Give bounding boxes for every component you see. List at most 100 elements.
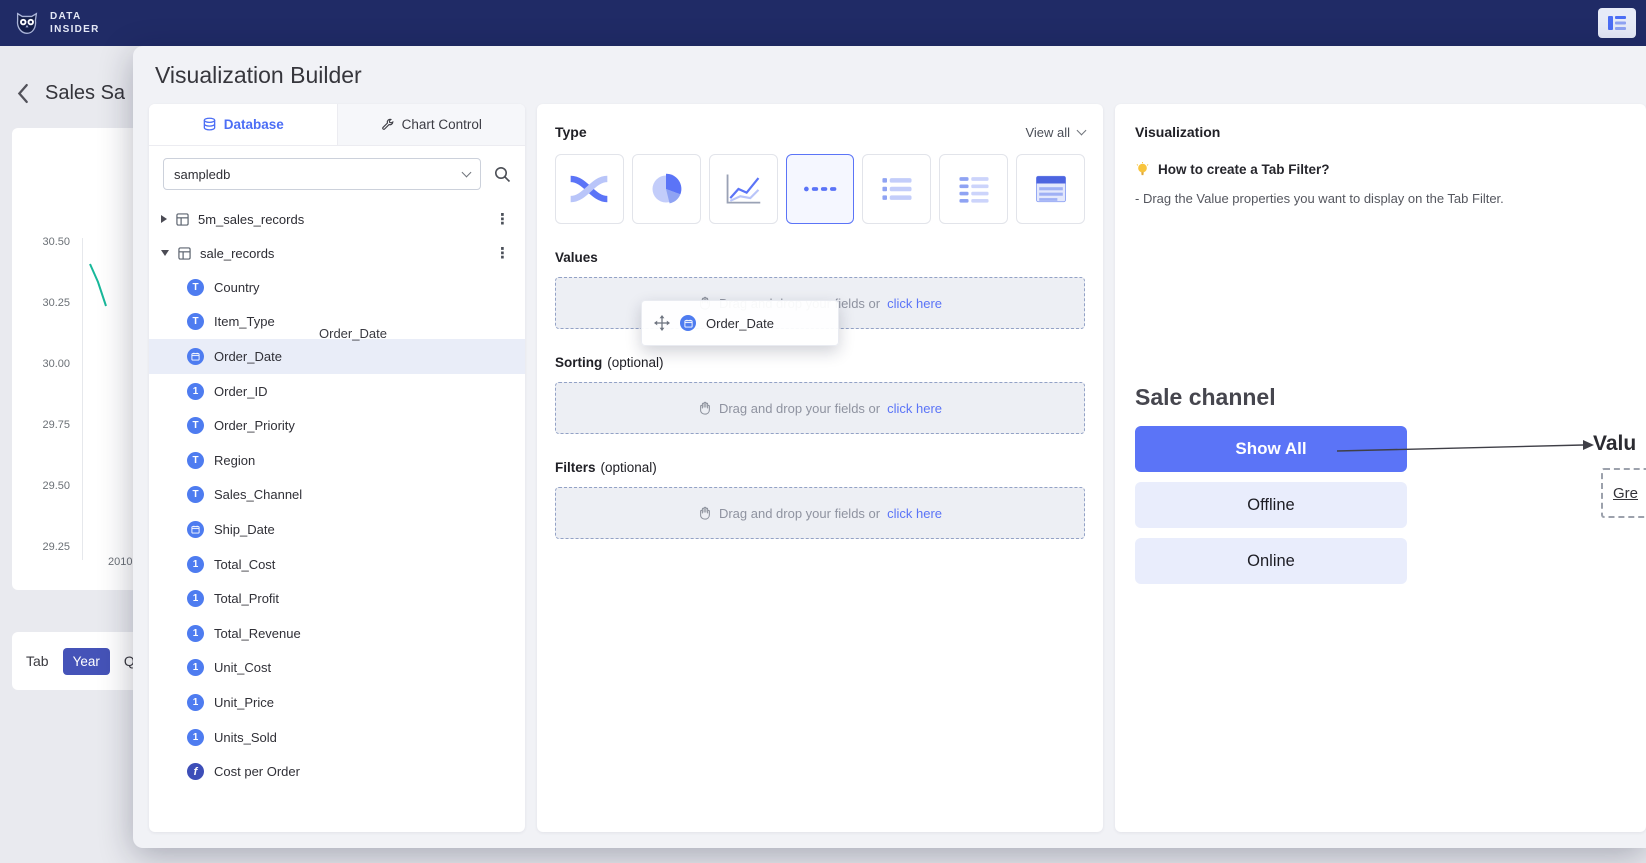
drop-section: Filters(optional) Drag and drop your fie… <box>555 460 1085 539</box>
field-type-icon: 1 <box>187 729 204 746</box>
panel-tab[interactable]: Chart Control <box>337 104 526 145</box>
y-axis-tick: 30.00 <box>24 358 70 419</box>
dataset-row[interactable]: 5m_sales_records ⋮ <box>149 202 525 236</box>
search-icon[interactable] <box>493 165 511 183</box>
sankey-icon <box>567 169 611 209</box>
panel-tab-bar: Database Chart Control <box>149 104 525 146</box>
chart-type-tile-table[interactable] <box>1016 154 1085 224</box>
caret-icon[interactable] <box>161 250 169 256</box>
chart-type-tile-sankey[interactable] <box>555 154 624 224</box>
table-grid-icon <box>178 247 191 260</box>
field-type-icon: 1 <box>187 625 204 642</box>
drag-hand-icon <box>698 506 712 520</box>
caret-icon[interactable] <box>161 215 167 223</box>
field-type-icon <box>187 348 204 365</box>
dropzone-click-here-link[interactable]: click here <box>887 401 942 416</box>
field-type-icon: T <box>187 279 204 296</box>
detail-list-icon <box>954 171 994 207</box>
y-axis-tick: 30.25 <box>24 297 70 358</box>
dropzone[interactable]: Drag and drop your fields or click here <box>555 487 1085 539</box>
y-axis-tick: 29.75 <box>24 419 70 480</box>
chart-type-selector <box>555 154 1085 224</box>
dropzone-text: Drag and drop your fields or <box>719 506 880 521</box>
bg-tab[interactable]: Tab <box>26 653 49 669</box>
field-type-icon: f <box>187 763 204 780</box>
field-type-icon: T <box>187 417 204 434</box>
clipped-annotation-title: Valu <box>1593 432 1636 456</box>
visualization-panel: Visualization How to create a Tab Filter… <box>1115 104 1646 832</box>
dropzone[interactable]: Drag and drop your fields or click here <box>555 382 1085 434</box>
chart-type-tile-value[interactable] <box>786 154 855 224</box>
field-row[interactable]: T Country <box>149 270 525 305</box>
dataset-name: 5m_sales_records <box>198 212 483 227</box>
field-name: Total_Revenue <box>214 626 301 641</box>
clipped-annotation-link[interactable]: Gre <box>1613 485 1638 502</box>
drag-ghost-card[interactable]: Order_Date <box>641 300 839 346</box>
tip-body: - Drag the Value properties you want to … <box>1135 191 1626 206</box>
drag-ghost-label: Order_Date <box>706 316 774 331</box>
field-row[interactable]: 1 Total_Profit <box>149 581 525 616</box>
dropzone-click-here-link[interactable]: click here <box>887 296 942 311</box>
dataset-list: 5m_sales_records ⋮ sale_records ⋮ <box>149 202 525 270</box>
kebab-menu-icon[interactable]: ⋮ <box>492 210 513 228</box>
line-chart-segment <box>84 256 124 316</box>
field-type-icon: 1 <box>187 556 204 573</box>
field-row[interactable]: 1 Unit_Price <box>149 685 525 720</box>
visualization-builder-modal: Visualization Builder Database Chart Con… <box>133 46 1646 848</box>
field-type-icon: 1 <box>187 383 204 400</box>
field-type-icon: 1 <box>187 694 204 711</box>
field-row[interactable]: T Region <box>149 443 525 478</box>
chart-type-tile-detail-list[interactable] <box>939 154 1008 224</box>
datasource-value: sampledb <box>174 167 230 182</box>
view-all-button[interactable]: View all <box>1025 125 1085 140</box>
drop-sections: Values Drag and drop your fields or clic… <box>555 250 1085 539</box>
dropzone-click-here-link[interactable]: click here <box>887 506 942 521</box>
field-row[interactable]: Ship_Date <box>149 512 525 547</box>
field-row[interactable]: 1 Units_Sold <box>149 720 525 755</box>
type-label: Type <box>555 124 587 140</box>
back-button[interactable] <box>16 83 29 104</box>
datasource-select[interactable]: sampledb <box>163 158 481 190</box>
page-title: Sales Sa <box>45 82 125 105</box>
filter-button[interactable]: Offline <box>1135 482 1407 528</box>
chevron-down-icon <box>462 167 472 177</box>
filter-button[interactable]: Online <box>1135 538 1407 584</box>
field-row[interactable]: 1 Total_Cost <box>149 547 525 582</box>
panel-tab[interactable]: Database <box>149 104 337 145</box>
clipped-annotation-box: Gre <box>1601 468 1646 518</box>
brand-line1: DATA <box>50 10 100 23</box>
field-row[interactable]: T Order_Priority <box>149 408 525 443</box>
tip-title: How to create a Tab Filter? <box>1158 162 1330 177</box>
filter-button[interactable]: Show All <box>1135 426 1407 472</box>
kebab-menu-icon[interactable]: ⋮ <box>492 244 513 262</box>
y-axis-line <box>82 238 83 560</box>
dataset-row[interactable]: sale_records ⋮ <box>149 236 525 270</box>
field-row[interactable]: f Cost per Order <box>149 754 525 789</box>
y-axis-tick: 30.50 <box>24 236 70 297</box>
field-name: Region <box>214 453 255 468</box>
brand-line2: INSIDER <box>50 23 100 36</box>
field-type-icon <box>187 521 204 538</box>
chart-type-tile-list[interactable] <box>862 154 931 224</box>
field-type-icon: T <box>187 452 204 469</box>
chart-type-tile-line-chart[interactable] <box>709 154 778 224</box>
chart-type-tile-pie[interactable] <box>632 154 701 224</box>
field-name: Ship_Date <box>214 522 275 537</box>
type-header: Type View all <box>555 124 1085 140</box>
field-name: Cost per Order <box>214 764 300 779</box>
field-name: Order_Date <box>214 349 282 364</box>
field-row[interactable]: T Sales_Channel <box>149 478 525 513</box>
section-label: Filters(optional) <box>555 460 1085 475</box>
field-row[interactable]: 1 Unit_Cost <box>149 651 525 686</box>
dropzone-text: Drag and drop your fields or <box>719 401 880 416</box>
field-row[interactable]: Order_Date <box>149 339 525 374</box>
field-row[interactable]: 1 Order_ID <box>149 374 525 409</box>
drop-section: Sorting(optional) Drag and drop your fie… <box>555 355 1085 434</box>
modal-title: Visualization Builder <box>155 62 362 89</box>
dashboard-panel-button[interactable] <box>1598 8 1636 38</box>
field-row[interactable]: 1 Total_Revenue <box>149 616 525 651</box>
field-name: Sales_Channel <box>214 487 302 502</box>
bg-tab[interactable]: Year <box>63 648 110 675</box>
owl-logo-icon <box>12 8 42 38</box>
panel-tab-label: Chart Control <box>402 117 482 132</box>
